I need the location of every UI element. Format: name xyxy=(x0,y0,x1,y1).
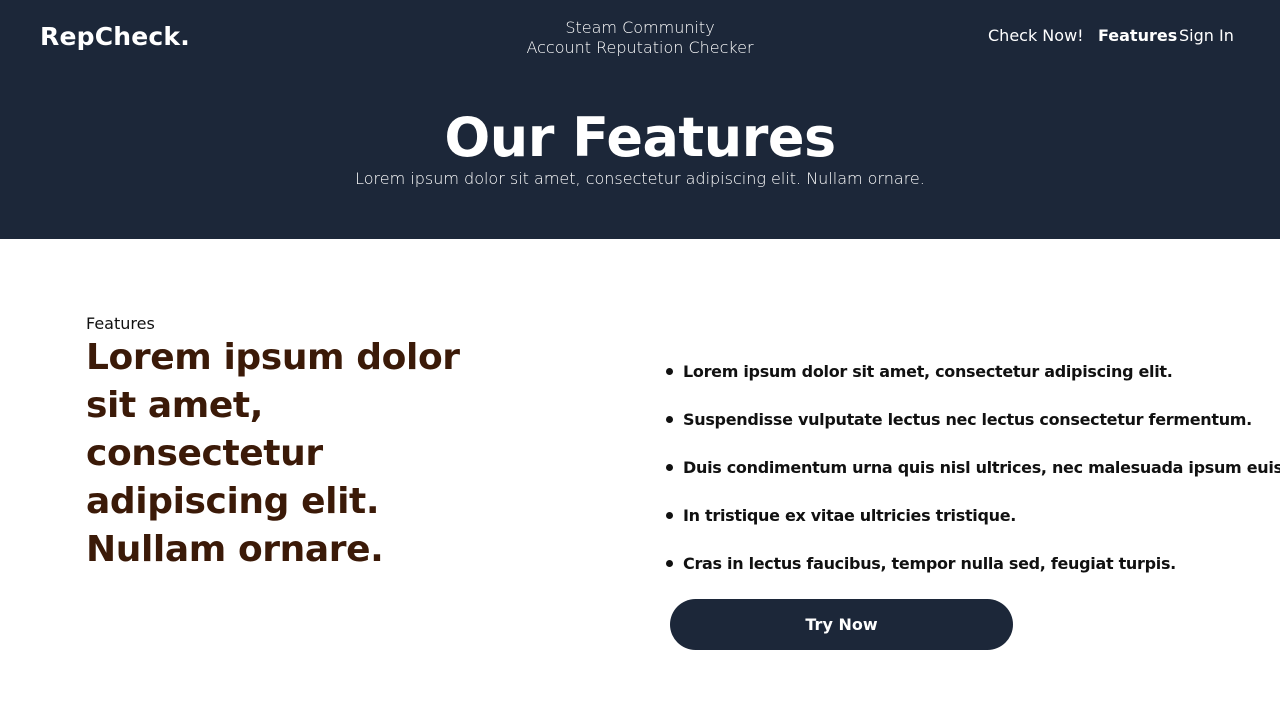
site-tagline: Steam Community Account Reputation Check… xyxy=(440,18,840,58)
nav-sign-in[interactable]: Sign In xyxy=(1179,26,1234,48)
feature-text: Suspendisse vulputate lectus nec lectus … xyxy=(683,410,1252,429)
feature-list-item: Duis condimentum urna quis nisl ultrices… xyxy=(666,456,1280,504)
feature-text: Duis condimentum urna quis nisl ultrices… xyxy=(683,458,1280,477)
bullet-icon xyxy=(666,464,673,471)
bullet-icon xyxy=(666,560,673,567)
nav-check-now[interactable]: Check Now! xyxy=(988,26,1084,48)
feature-text: In tristique ex vitae ultricies tristiqu… xyxy=(683,506,1017,525)
bullet-icon xyxy=(666,512,673,519)
feature-list-item: In tristique ex vitae ultricies tristiqu… xyxy=(666,504,1266,552)
nav-features[interactable]: Features xyxy=(1098,26,1177,48)
tagline-line-1: Steam Community xyxy=(565,18,715,37)
tagline-line-2: Account Reputation Checker xyxy=(526,38,754,57)
bullet-icon xyxy=(666,368,673,375)
section-headline: Lorem ipsum dolor sit amet, consectetur … xyxy=(86,337,460,570)
page-subtitle: Lorem ipsum dolor sit amet, consectetur … xyxy=(355,169,925,188)
section-eyebrow: Features xyxy=(86,314,155,333)
logo[interactable]: RepCheck. xyxy=(40,22,190,51)
bullet-icon xyxy=(666,416,673,423)
try-now-button[interactable]: Try Now xyxy=(670,599,1013,650)
feature-list-item: Cras in lectus faucibus, tempor nulla se… xyxy=(666,552,1266,600)
page-title: Our Features xyxy=(444,106,836,169)
feature-list-item: Suspendisse vulputate lectus nec lectus … xyxy=(666,408,1266,456)
hero-header: RepCheck. Steam Community Account Reputa… xyxy=(0,0,1280,239)
feature-text: Cras in lectus faucibus, tempor nulla se… xyxy=(683,554,1176,573)
feature-text: Lorem ipsum dolor sit amet, consectetur … xyxy=(683,362,1173,381)
feature-list: Lorem ipsum dolor sit amet, consectetur … xyxy=(666,360,1280,600)
feature-list-item: Lorem ipsum dolor sit amet, consectetur … xyxy=(666,360,1266,408)
